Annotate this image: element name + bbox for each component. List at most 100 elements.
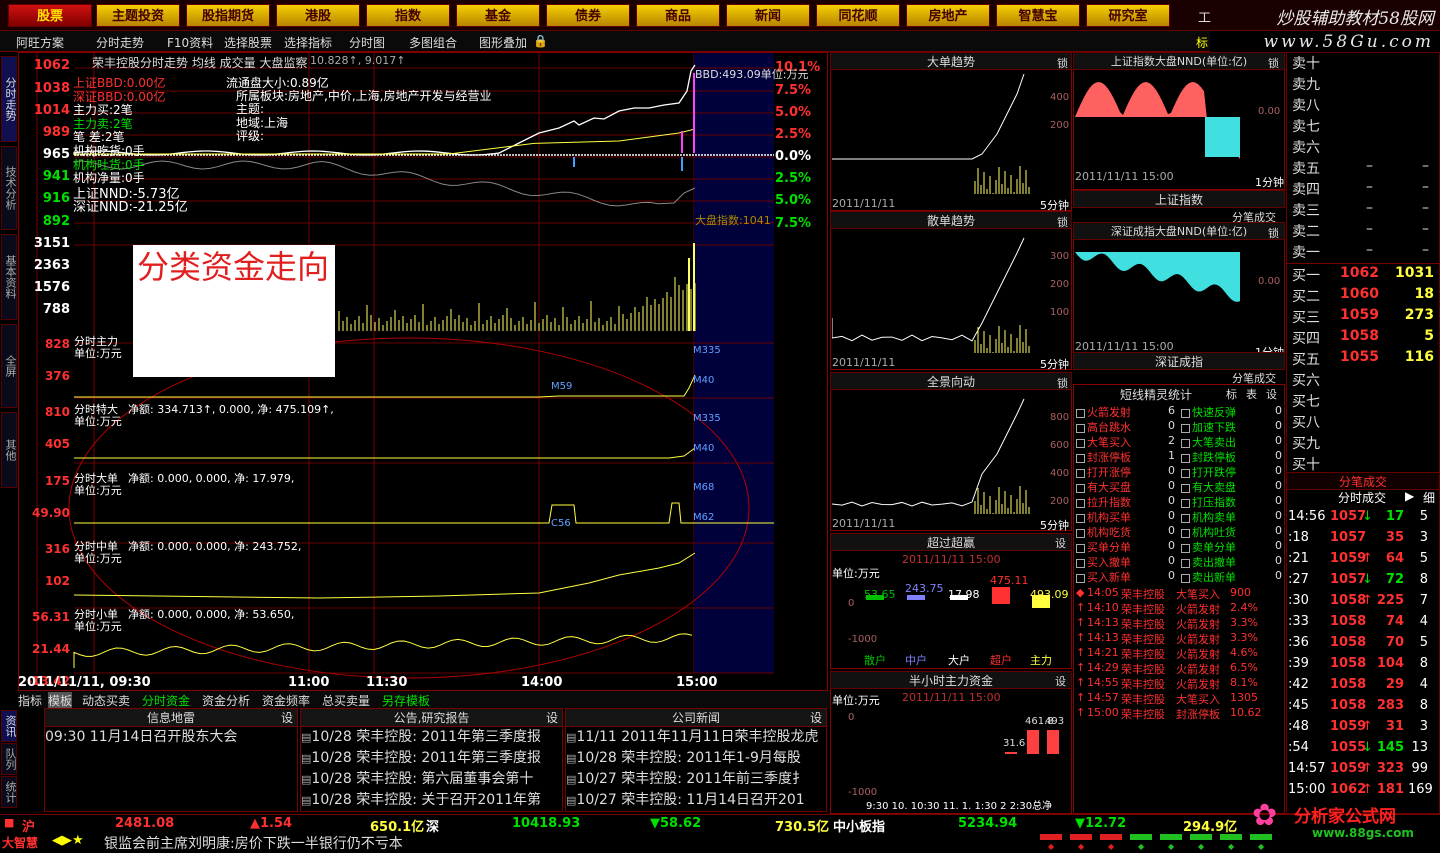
checkbox[interactable] <box>1076 573 1085 583</box>
left-tab-0[interactable]: 分时走势 <box>1 56 17 142</box>
checkbox[interactable] <box>1181 483 1190 493</box>
spirit-right-item[interactable]: 有大卖盘 <box>1181 479 1236 495</box>
checkbox[interactable] <box>1181 408 1190 418</box>
toolbar-item-0[interactable]: 阿旺方案 <box>16 34 64 51</box>
event-stock[interactable]: 荣丰控股 <box>1121 706 1165 722</box>
lock-button[interactable]: 锁 <box>1057 375 1068 391</box>
lock-button[interactable]: 锁 <box>1268 55 1279 71</box>
checkbox[interactable] <box>1181 573 1190 583</box>
bottom-tab-7[interactable]: 另存模板 <box>382 692 430 709</box>
trades-sub[interactable]: 分时成交 <box>1338 489 1386 506</box>
top-tab-5[interactable]: 基金 <box>456 4 540 27</box>
trades-detail[interactable]: 细 <box>1423 489 1435 506</box>
checkbox[interactable] <box>1076 513 1085 523</box>
spirit-left-item[interactable]: 高台跳水 <box>1076 419 1131 435</box>
news-item[interactable]: ▤10/27 荣丰控股: 11月14日召开201 <box>566 790 826 811</box>
spirit-right-item[interactable]: 打开跌停 <box>1181 464 1236 480</box>
checkbox[interactable] <box>1181 438 1190 448</box>
top-close-label[interactable]: 工 <box>1198 7 1211 26</box>
spirit-left-item[interactable]: 机构吃货 <box>1076 524 1131 540</box>
toolbar-item-4[interactable]: 选择指标 <box>284 34 332 51</box>
left-tab-3[interactable]: 全屏 <box>1 324 17 408</box>
checkbox[interactable] <box>1181 498 1190 508</box>
toolbar-item-2[interactable]: F10资料 <box>167 34 213 51</box>
spirit-button[interactable]: 标 <box>1226 386 1237 402</box>
spirit-right-item[interactable]: 快速反弹 <box>1181 404 1236 420</box>
checkbox[interactable] <box>1181 423 1190 433</box>
top-tab-6[interactable]: 债券 <box>546 4 630 27</box>
top-tab-1[interactable]: 主题投资 <box>96 4 180 27</box>
period-label[interactable]: 5分钟 <box>1040 356 1069 372</box>
checkbox[interactable] <box>1181 528 1190 538</box>
left-tab-4[interactable]: 其他 <box>1 412 17 488</box>
spirit-right-item[interactable]: 大笔卖出 <box>1181 434 1236 450</box>
event-stock[interactable]: 荣丰控股 <box>1121 616 1165 632</box>
spirit-right-item[interactable]: 卖出撤单 <box>1181 554 1236 570</box>
spirit-right-item[interactable]: 卖出新单 <box>1181 569 1236 585</box>
checkbox[interactable] <box>1076 483 1085 493</box>
checkbox[interactable] <box>1181 468 1190 478</box>
news-item[interactable]: ▤10/28 荣丰控股: 2011年第三季度报 <box>301 748 562 769</box>
news-item[interactable]: ▤11/11 2011年11月11日荣丰控股龙虎 <box>566 727 826 748</box>
event-stock[interactable]: 荣丰控股 <box>1121 691 1165 707</box>
spirit-right-item[interactable]: 卖单分单 <box>1181 539 1236 555</box>
news-item[interactable]: ▤10/28 荣丰控股: 2011年第三季度报 <box>301 727 562 748</box>
period-label[interactable]: 1分钟 <box>1255 174 1284 190</box>
spirit-left-item[interactable]: 买单分单 <box>1076 539 1131 555</box>
spirit-button[interactable]: 设 <box>1266 386 1277 402</box>
toolbar-item-6[interactable]: 多图组合 <box>409 34 457 51</box>
period-label[interactable]: 5分钟 <box>1040 517 1069 533</box>
top-tab-9[interactable]: 同花顺 <box>816 4 900 27</box>
lock-button[interactable]: 锁 <box>1268 225 1279 241</box>
bottom-tab-5[interactable]: 资金频率 <box>262 692 310 709</box>
checkbox[interactable] <box>1076 438 1085 448</box>
toolbar-item-3[interactable]: 选择股票 <box>224 34 272 51</box>
settings-button[interactable]: 设 <box>281 709 293 727</box>
checkbox[interactable] <box>1181 453 1190 463</box>
checkbox[interactable] <box>1076 498 1085 508</box>
lock-icon[interactable]: 🔒 <box>533 34 548 48</box>
settings-button[interactable]: 设 <box>1055 673 1066 689</box>
top-tab-0[interactable]: 股票 <box>8 4 92 27</box>
checkbox[interactable] <box>1076 453 1085 463</box>
lock-button[interactable]: 锁 <box>1057 55 1068 71</box>
event-stock[interactable]: 荣丰控股 <box>1121 661 1165 677</box>
bottom-tab-1[interactable]: 模板 <box>48 692 73 709</box>
spirit-right-item[interactable]: 机构卖单 <box>1181 509 1236 525</box>
news-item[interactable]: ▤10/28 荣丰控股: 关于召开2011年第 <box>301 790 562 811</box>
spirit-left-item[interactable]: 买入撤单 <box>1076 554 1131 570</box>
checkbox[interactable] <box>1076 408 1085 418</box>
spirit-left-item[interactable]: 买入新单 <box>1076 569 1131 585</box>
top-tab-11[interactable]: 智慧宝 <box>996 4 1080 27</box>
spirit-left-item[interactable]: 火箭发射 <box>1076 404 1131 420</box>
top-tab-3[interactable]: 港股 <box>276 4 360 27</box>
bottom-tab-2[interactable]: 动态买卖 <box>82 692 130 709</box>
spirit-right-item[interactable]: 机构吐货 <box>1181 524 1236 540</box>
checkbox[interactable] <box>1181 543 1190 553</box>
toolbar-right-label[interactable]: 标 <box>1196 34 1208 51</box>
toolbar-item-5[interactable]: 分时图 <box>349 34 385 51</box>
news-item[interactable]: ▤10/27 荣丰控股: 2011年前三季度扌 <box>566 769 826 790</box>
left-vtab-0[interactable]: 资讯 <box>1 710 17 742</box>
checkbox[interactable] <box>1181 513 1190 523</box>
spirit-left-item[interactable]: 封涨停板 <box>1076 449 1131 465</box>
ticker-nav-icon[interactable]: ◀▶★ <box>52 833 84 848</box>
settings-button[interactable]: 设 <box>1055 535 1066 551</box>
bottom-tab-6[interactable]: 总买卖量 <box>322 692 370 709</box>
checkbox[interactable] <box>1076 528 1085 538</box>
toolbar-item-1[interactable]: 分时走势 <box>96 34 144 51</box>
lock-button[interactable]: 锁 <box>1057 214 1068 230</box>
settings-button[interactable]: 设 <box>810 709 822 727</box>
checkbox[interactable] <box>1181 558 1190 568</box>
spirit-button[interactable]: 表 <box>1246 386 1257 402</box>
toolbar-item-7[interactable]: 图形叠加 <box>479 34 527 51</box>
spirit-left-item[interactable]: 大笔买入 <box>1076 434 1131 450</box>
event-stock[interactable]: 荣丰控股 <box>1121 631 1165 647</box>
checkbox[interactable] <box>1076 468 1085 478</box>
left-tab-1[interactable]: 技术分析 <box>1 146 17 230</box>
bottom-tab-0[interactable]: 指标 <box>18 692 42 709</box>
left-vtab-1[interactable]: 队列 <box>1 743 17 775</box>
spirit-left-item[interactable]: 打开涨停 <box>1076 464 1131 480</box>
bottom-tab-4[interactable]: 资金分析 <box>202 692 250 709</box>
spirit-right-item[interactable]: 打压指数 <box>1181 494 1236 510</box>
